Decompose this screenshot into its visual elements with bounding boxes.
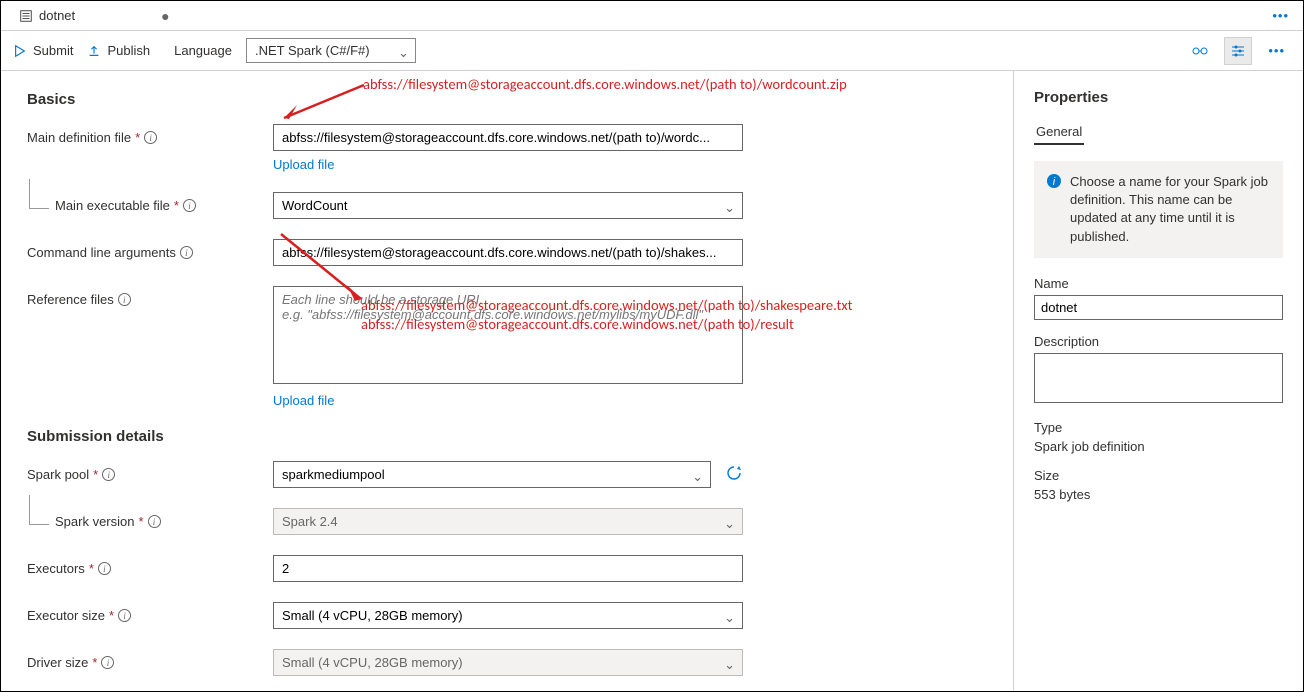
executors-input[interactable] xyxy=(273,555,743,582)
type-value: Spark job definition xyxy=(1034,439,1283,454)
label-type: Type xyxy=(1034,420,1283,435)
properties-panel: Properties General i Choose a name for y… xyxy=(1013,71,1303,691)
main-executable-select[interactable] xyxy=(273,192,743,219)
info-icon[interactable]: i xyxy=(118,293,131,306)
label-description: Description xyxy=(1034,334,1283,349)
properties-title: Properties xyxy=(1034,89,1283,106)
label-executors: Executors * i xyxy=(27,555,273,576)
language-select[interactable]: .NET Spark (C#/F#) ⌄ xyxy=(246,38,416,63)
refresh-icon[interactable] xyxy=(725,464,743,485)
tab-general[interactable]: General xyxy=(1034,120,1084,145)
info-icon[interactable]: i xyxy=(118,609,131,622)
spark-pool-select[interactable] xyxy=(273,461,711,488)
chevron-down-icon: ⌄ xyxy=(398,45,409,61)
label-spark-version: Spark version * i xyxy=(27,508,273,529)
publish-button[interactable]: Publish xyxy=(87,43,150,58)
main-definition-input[interactable] xyxy=(273,124,743,151)
label-size: Size xyxy=(1034,468,1283,483)
info-icon[interactable]: i xyxy=(183,199,196,212)
info-icon[interactable]: i xyxy=(102,468,115,481)
size-value: 553 bytes xyxy=(1034,487,1283,502)
settings-panel-icon[interactable] xyxy=(1224,37,1252,65)
toolbar-overflow-icon[interactable]: ••• xyxy=(1262,43,1291,58)
label-spark-pool: Spark pool * i xyxy=(27,461,273,482)
label-main-definition: Main definition file * i xyxy=(27,124,273,145)
info-callout: i Choose a name for your Spark job defin… xyxy=(1034,161,1283,258)
upload-file-link[interactable]: Upload file xyxy=(273,393,334,408)
info-icon[interactable]: i xyxy=(180,246,193,259)
section-basics: Basics xyxy=(27,91,987,108)
info-icon[interactable]: i xyxy=(101,656,114,669)
executor-size-select[interactable] xyxy=(273,602,743,629)
unsaved-dot-icon: ● xyxy=(161,8,169,24)
section-submission: Submission details xyxy=(27,428,987,445)
tab-dotnet[interactable]: dotnet ● xyxy=(9,1,180,30)
upload-file-link[interactable]: Upload file xyxy=(273,157,334,172)
info-icon[interactable]: i xyxy=(148,515,161,528)
toolbar: Submit Publish Language .NET Spark (C#/F… xyxy=(1,31,1303,71)
reference-files-textarea[interactable] xyxy=(273,286,743,384)
label-cmd-args: Command line arguments i xyxy=(27,239,273,260)
label-executor-size: Executor size * i xyxy=(27,602,273,623)
submit-button[interactable]: Submit xyxy=(13,43,73,58)
upload-icon xyxy=(87,44,101,58)
label-driver-size: Driver size * i xyxy=(27,649,273,670)
play-icon xyxy=(13,44,27,58)
info-icon[interactable]: i xyxy=(98,562,111,575)
label-reference-files: Reference files i xyxy=(27,286,273,307)
tab-title: dotnet xyxy=(39,8,75,23)
cmd-args-input[interactable] xyxy=(273,239,743,266)
label-name: Name xyxy=(1034,276,1283,291)
language-label: Language xyxy=(174,43,232,58)
main-form: abfss://filesystem@storageaccount.dfs.co… xyxy=(1,71,1013,691)
label-main-executable: Main executable file * i xyxy=(27,192,273,213)
connections-icon[interactable] xyxy=(1186,37,1214,65)
description-textarea[interactable] xyxy=(1034,353,1283,403)
spark-version-select xyxy=(273,508,743,535)
tab-bar: dotnet ● ••• xyxy=(1,1,1303,31)
info-icon[interactable]: i xyxy=(144,131,157,144)
tab-overflow-icon[interactable]: ••• xyxy=(1266,8,1295,23)
name-input[interactable] xyxy=(1034,295,1283,320)
driver-size-select xyxy=(273,649,743,676)
document-icon xyxy=(19,9,33,23)
info-icon: i xyxy=(1046,173,1062,246)
